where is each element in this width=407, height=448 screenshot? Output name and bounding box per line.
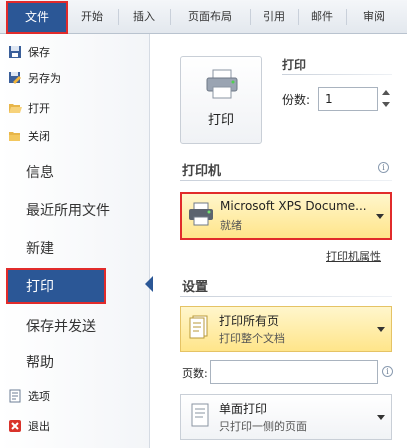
tab-separator xyxy=(298,9,299,25)
printer-status: 就绪 xyxy=(220,219,242,232)
pages-info-icon[interactable]: i xyxy=(382,366,393,377)
tab-separator xyxy=(250,9,251,25)
sides-title: 单面打印 xyxy=(219,402,268,416)
nav-recent[interactable]: 最近所用文件 xyxy=(0,192,150,228)
nav-exit-label: 退出 xyxy=(28,420,50,433)
divider xyxy=(180,296,392,297)
nav-new[interactable]: 新建 xyxy=(0,230,150,266)
tab-file[interactable]: 文件 xyxy=(6,1,68,34)
copies-decrement-icon[interactable] xyxy=(382,102,390,107)
print-panel: 打印 打印 份数: 1 打印机 i Microsoft XPS Docume..… xyxy=(160,34,407,448)
tab-review[interactable]: 审阅 xyxy=(350,0,398,34)
print-heading: 打印 xyxy=(282,58,307,72)
nav-exit[interactable]: 退出 xyxy=(0,414,150,438)
printer-icon xyxy=(206,69,238,99)
nav-save-send[interactable]: 保存并发送 xyxy=(0,308,150,344)
sides-desc: 只打印一侧的页面 xyxy=(219,420,307,433)
printer-properties-link[interactable]: 打印机属性 xyxy=(326,248,381,264)
tab-page-layout[interactable]: 页面布局 xyxy=(174,0,246,34)
sides-dropdown[interactable]: 单面打印 只打印一侧的页面 xyxy=(180,394,392,440)
nav-options[interactable]: 选项 xyxy=(0,384,150,408)
tab-separator xyxy=(170,9,171,25)
printer-device-icon xyxy=(189,202,213,226)
print-range-dropdown[interactable]: 打印所有页 打印整个文档 xyxy=(180,306,392,352)
divider xyxy=(282,74,392,75)
divider xyxy=(180,180,392,181)
print-button[interactable]: 打印 xyxy=(180,56,262,144)
print-button-label: 打印 xyxy=(207,113,234,128)
pages-icon xyxy=(189,315,208,339)
nav-save-as-label: 另存为 xyxy=(28,72,61,85)
nav-options-label: 选项 xyxy=(28,390,50,403)
printer-info-icon[interactable]: i xyxy=(378,162,389,173)
copies-increment-icon[interactable] xyxy=(382,90,390,95)
chevron-down-icon xyxy=(377,327,385,332)
nav-info[interactable]: 信息 xyxy=(0,154,150,190)
nav-help[interactable]: 帮助 xyxy=(0,344,150,380)
tab-separator xyxy=(346,9,347,25)
tab-insert[interactable]: 插入 xyxy=(122,0,166,34)
nav-save-label: 保存 xyxy=(28,46,50,59)
printer-heading: 打印机 xyxy=(182,164,222,179)
nav-close[interactable]: 关闭 xyxy=(0,124,150,148)
print-range-desc: 打印整个文档 xyxy=(219,332,285,345)
printer-dropdown[interactable]: Microsoft XPS Docume... 就绪 xyxy=(180,192,392,240)
nav-save-as[interactable]: 另存为 xyxy=(0,66,150,90)
exit-icon xyxy=(9,420,21,432)
folder-close-icon xyxy=(9,132,20,141)
settings-heading: 设置 xyxy=(182,280,209,295)
pages-label: 页数: xyxy=(182,367,208,380)
nav-open-label: 打开 xyxy=(28,102,50,115)
tab-separator xyxy=(118,9,119,25)
save-as-icon xyxy=(9,72,21,84)
tab-home[interactable]: 开始 xyxy=(70,0,114,34)
copies-label: 份数: xyxy=(282,93,311,107)
nav-open[interactable]: 打开 xyxy=(0,96,150,120)
chevron-down-icon xyxy=(377,415,385,420)
nav-close-label: 关闭 xyxy=(28,130,50,143)
nav-print[interactable]: 打印 xyxy=(6,268,106,304)
pages-input[interactable] xyxy=(210,360,378,384)
active-nav-pointer xyxy=(145,276,153,292)
chevron-down-icon xyxy=(376,214,384,219)
folder-open-icon xyxy=(9,104,22,113)
single-sided-icon xyxy=(191,403,209,427)
copies-input[interactable]: 1 xyxy=(318,87,378,111)
tab-references[interactable]: 引用 xyxy=(254,0,294,34)
print-range-title: 打印所有页 xyxy=(219,314,280,328)
save-icon xyxy=(9,46,21,58)
ribbon-tabs: 文件 开始 插入 页面布局 引用 邮件 审阅 xyxy=(0,0,407,34)
options-icon xyxy=(9,389,21,403)
tab-mailings[interactable]: 邮件 xyxy=(302,0,342,34)
backstage-nav: 保存 另存为 打开 关闭 信息 最近所用文件 新建 打印 保存并发送 帮助 选项… xyxy=(0,34,150,448)
nav-save[interactable]: 保存 xyxy=(0,40,150,64)
printer-name: Microsoft XPS Docume... xyxy=(220,199,367,213)
